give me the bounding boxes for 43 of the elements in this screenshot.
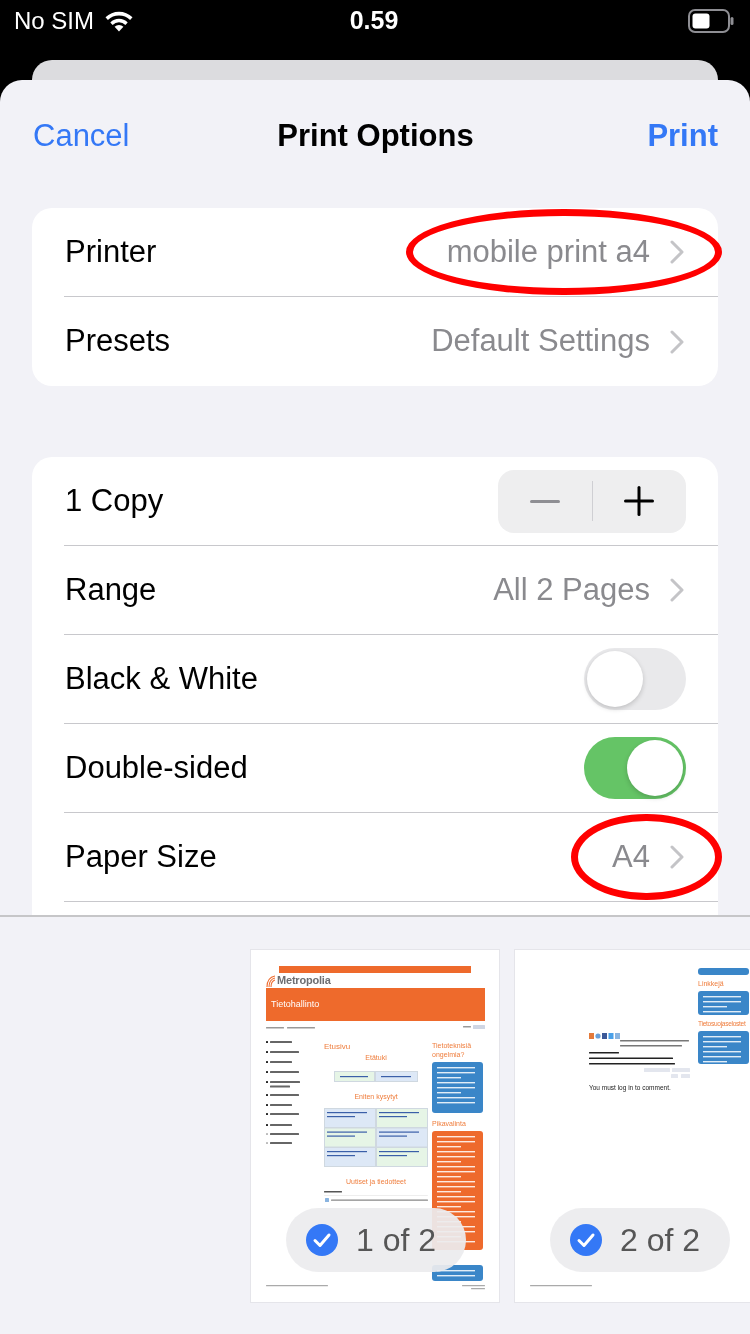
chevron-icon <box>670 578 684 602</box>
author-info-drawing <box>620 1039 690 1047</box>
info-panel-drawing <box>432 1062 483 1113</box>
setting-label: Paper Size <box>65 837 217 876</box>
setting-label: Presets <box>65 322 171 361</box>
toggle-switch[interactable] <box>584 737 686 799</box>
plus-icon <box>624 486 655 516</box>
cancel-button[interactable]: Cancel <box>33 117 130 155</box>
page-heading: Etusivu <box>324 1041 351 1052</box>
settings-row[interactable]: Paper Size A4 <box>64 813 718 902</box>
toggle-switch[interactable] <box>584 648 686 710</box>
privacy-panel-drawing <box>698 1031 749 1064</box>
logo-swoosh-icon <box>266 974 275 987</box>
minus-icon <box>529 499 560 503</box>
setting-label: Printer <box>65 232 157 271</box>
chevron-icon <box>670 240 684 264</box>
label-tags-drawing <box>644 1068 690 1078</box>
setting-label: Black & White <box>65 659 258 698</box>
setting-value: All 2 Pages <box>493 570 650 609</box>
page-count-label: 1 of 2 <box>356 1221 437 1260</box>
setting-label: 1 Copy <box>65 481 164 520</box>
setting-label: Range <box>65 570 157 609</box>
share-icons-drawing <box>589 1033 620 1039</box>
carrier-label: No SIM <box>14 6 94 36</box>
info-panel-drawing <box>698 968 749 975</box>
chevron-icon <box>670 845 684 869</box>
print-button[interactable]: Print <box>647 117 718 155</box>
site-title-banner: Tietohallinto <box>266 988 485 1021</box>
settings-row[interactable]: Presets Default Settings <box>64 297 718 386</box>
wifi-icon <box>104 10 134 32</box>
setting-value: Default Settings <box>431 322 650 361</box>
setting-label: Double-sided <box>65 748 248 787</box>
setting-value: A4 <box>612 837 650 876</box>
battery-icon <box>688 9 734 33</box>
sheet-title: Print Options <box>277 116 474 155</box>
settings-row[interactable]: Range All 2 Pages <box>64 546 718 635</box>
clock-time: 0.59 <box>349 5 399 37</box>
links-panel-drawing <box>698 991 749 1015</box>
setting-value: mobile print a4 <box>446 232 650 271</box>
settings-row[interactable]: Printer mobile print a4 <box>64 208 718 297</box>
page-count-label: 2 of 2 <box>620 1221 701 1260</box>
site-logo-text: Metropolia <box>277 975 331 986</box>
chevron-icon <box>670 329 684 354</box>
